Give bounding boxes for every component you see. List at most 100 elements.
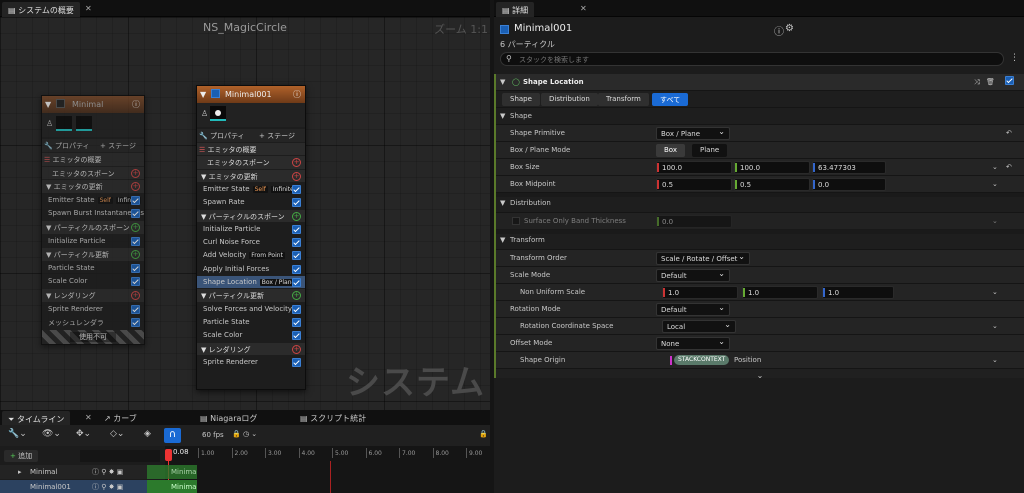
chevron-down-icon[interactable]: ⌄ <box>992 163 998 171</box>
tab-system-overview[interactable]: ▤ システムの概要 <box>2 2 80 17</box>
node-row[interactable]: ▼ エミッタの更新 + <box>42 180 144 193</box>
module-checkbox[interactable] <box>131 209 140 219</box>
timeline-tracks[interactable]: 1.00 2.00 3.00 4.00 5.00 6.00 7.00 8.00 9.00 0.0… <box>147 446 490 493</box>
node-row[interactable]: Apply Initial Forces <box>197 263 305 275</box>
rotation-space-dropdown[interactable]: Local <box>662 320 736 333</box>
node-row[interactable]: ▼ レンダリング + <box>197 342 305 355</box>
filter-tab-shape[interactable]: Shape <box>502 93 540 106</box>
node-row[interactable]: Shape Location Box / Plane <box>197 276 305 289</box>
node-row[interactable]: Sprite Renderer <box>197 356 305 368</box>
nonuniform-x[interactable]: 1.0 <box>662 286 738 299</box>
module-checkbox[interactable] <box>131 277 140 287</box>
lock-icon[interactable]: 🔒 <box>479 430 488 438</box>
add-module-icon[interactable]: + <box>292 291 301 301</box>
category-distribution[interactable]: ▼ Distribution <box>496 193 1024 213</box>
add-track-button[interactable]: + 追加 <box>4 450 39 462</box>
key-icon[interactable]: ◇⌄ <box>110 429 124 439</box>
node-row[interactable]: Emitter State Self Infinite <box>42 194 144 207</box>
track-icons[interactable]: ⓘ ⚲ ✸ ▣ <box>92 482 123 492</box>
rotation-mode-dropdown[interactable]: Default <box>656 303 730 316</box>
enable-checkbox[interactable] <box>211 89 220 98</box>
menu-icon[interactable]: ⋮ <box>1010 53 1019 63</box>
box-midpoint-x[interactable]: 0.5 <box>656 178 732 191</box>
node-row[interactable]: Spawn Burst Instantaneous <box>42 207 144 220</box>
search-input[interactable]: ⚲ スタックを検索します <box>500 52 1004 66</box>
transform-icon[interactable]: ✥⌄ <box>76 429 91 439</box>
node-row[interactable]: ▼ エミッタの更新 + <box>197 169 305 182</box>
module-checkbox[interactable] <box>131 263 140 273</box>
snap-icon[interactable]: ◈ <box>144 429 151 439</box>
node-row[interactable]: Emitter State Self Infinite <box>197 183 305 195</box>
node-row[interactable]: Initialize Particle <box>197 223 305 235</box>
node-graph[interactable]: NS_MagicCircle ズーム 1:1 システム ▼ Minimal ⓘ … <box>0 17 490 410</box>
add-module-icon[interactable]: + <box>292 211 301 221</box>
category-transform[interactable]: ▼ Transform <box>496 230 1024 250</box>
track-search[interactable] <box>80 450 160 462</box>
nonuniform-y[interactable]: 1.0 <box>742 286 818 299</box>
transform-order-dropdown[interactable]: Scale / Rotate / Offset <box>656 252 750 265</box>
fps-label[interactable]: 60 fps <box>202 431 224 439</box>
magnet-toggle[interactable]: ∩ <box>164 428 181 443</box>
node-row[interactable]: Curl Noise Force <box>197 236 305 248</box>
node-row[interactable]: ▼ パーティクル更新 + <box>197 289 305 302</box>
expand-icon[interactable]: ▸ <box>18 468 22 476</box>
filter-tab-distribution[interactable]: Distribution <box>541 93 598 106</box>
collapse-arrow-icon[interactable]: ▼ <box>500 78 505 86</box>
playhead-marker[interactable] <box>165 449 172 461</box>
node-row[interactable]: ☰ エミッタの概要 <box>42 153 144 166</box>
mode-plane-button[interactable]: Plane <box>692 144 728 157</box>
tab-niagara-log[interactable]: ▤ Niagaraログ <box>200 413 257 424</box>
gear-icon[interactable]: ⚙ <box>785 23 794 34</box>
chevron-down-icon[interactable]: ⌄ <box>992 356 998 364</box>
tab-curve[interactable]: ↗ カーブ <box>104 413 137 424</box>
tab-details[interactable]: ▤ 詳細 <box>496 2 535 17</box>
tab-script-stats[interactable]: ▤ スクリプト統計 <box>300 413 366 424</box>
emitter-node-minimal001[interactable]: ▼ Minimal001 ⓘ ♙ 🔧 プロパティ + ステージ ☰ エミッタの概… <box>196 85 306 390</box>
module-checkbox[interactable] <box>292 278 301 287</box>
close-icon[interactable]: ✕ <box>85 413 92 422</box>
node-row[interactable]: エミッタのスポーン + <box>42 166 144 180</box>
node-row[interactable]: Spawn Rate <box>197 196 305 208</box>
reset-icon[interactable]: ↶ <box>1006 129 1012 137</box>
scale-mode-dropdown[interactable]: Default <box>656 269 730 282</box>
node-row[interactable]: ▼ レンダリング + <box>42 289 144 302</box>
surface-band-value[interactable]: 0.0 <box>656 215 732 228</box>
tab-stage[interactable]: + ステージ <box>259 131 295 141</box>
module-checkbox[interactable] <box>131 304 140 314</box>
info-icon[interactable]: ⓘ <box>293 89 301 100</box>
close-icon[interactable]: ✕ <box>85 4 92 13</box>
filter-tab-all[interactable]: すべて <box>652 93 689 106</box>
box-size-x[interactable]: 100.0 <box>656 161 732 174</box>
module-header[interactable]: ▼ ◯ Shape Location ⤨ 🗑 <box>496 74 1024 91</box>
lock-icon[interactable]: 🔒 ◷ ⌄ <box>232 430 257 438</box>
add-module-icon[interactable]: + <box>292 158 301 168</box>
node-row[interactable]: Scale Color <box>197 329 305 341</box>
trash-icon[interactable]: 🗑 <box>986 78 995 86</box>
stackcontext-badge[interactable]: STACKCONTEXT <box>674 355 730 365</box>
tab-stage[interactable]: + ステージ <box>100 141 136 151</box>
offset-mode-dropdown[interactable]: None <box>656 337 730 350</box>
close-icon[interactable]: ✕ <box>580 4 587 13</box>
reset-icon[interactable]: ↶ <box>1006 163 1012 171</box>
chevron-down-icon[interactable]: ⌄ <box>992 322 998 330</box>
add-module-icon[interactable]: + <box>131 250 140 260</box>
emitter-node-minimal[interactable]: ▼ Minimal ⓘ ♙ 🔧 プロパティ + ステージ ☰ エミッタの概要 エミ… <box>41 95 145 345</box>
collapse-arrow-icon[interactable]: ▼ <box>200 90 206 99</box>
node-row[interactable]: Sprite Renderer <box>42 303 144 316</box>
track-bar[interactable]: Minima <box>147 465 197 479</box>
module-checkbox[interactable] <box>292 198 301 208</box>
module-checkbox[interactable] <box>131 236 140 246</box>
expand-more-icon[interactable]: ⌄ <box>496 371 1024 381</box>
box-size-y[interactable]: 100.0 <box>734 161 810 174</box>
node-row[interactable]: ☰ エミッタの概要 <box>197 143 305 156</box>
module-checkbox[interactable] <box>292 357 301 367</box>
chevron-down-icon[interactable]: ⌄ <box>992 217 998 225</box>
module-checkbox[interactable] <box>292 264 301 274</box>
module-checkbox[interactable] <box>292 317 301 327</box>
add-module-icon[interactable]: + <box>292 171 301 181</box>
chevron-down-icon[interactable]: ⌄ <box>992 288 998 296</box>
node-row[interactable]: Solve Forces and Velocity <box>197 303 305 315</box>
box-midpoint-z[interactable]: 0.0 <box>812 178 886 191</box>
node-row[interactable]: Initialize Particle <box>42 235 144 248</box>
add-module-icon[interactable]: + <box>131 223 140 232</box>
